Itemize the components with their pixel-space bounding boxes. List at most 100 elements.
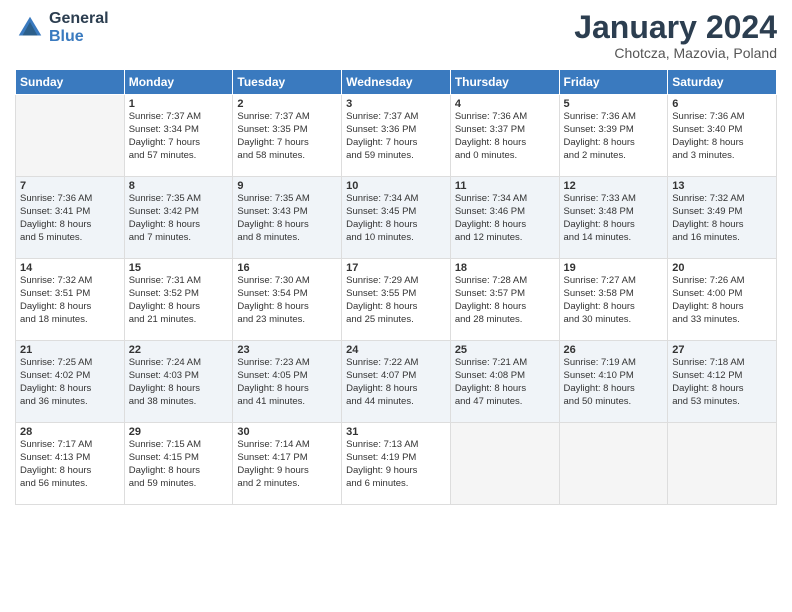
day-info: Sunrise: 7:32 AM Sunset: 3:51 PM Dayligh… [20, 275, 120, 326]
calendar-cell: 20Sunrise: 7:26 AM Sunset: 4:00 PM Dayli… [668, 259, 777, 341]
day-number: 20 [672, 262, 772, 274]
calendar-cell: 6Sunrise: 7:36 AM Sunset: 3:40 PM Daylig… [668, 95, 777, 177]
day-number: 10 [346, 180, 446, 192]
calendar-cell: 29Sunrise: 7:15 AM Sunset: 4:15 PM Dayli… [124, 423, 233, 505]
day-info: Sunrise: 7:36 AM Sunset: 3:37 PM Dayligh… [455, 111, 555, 162]
day-info: Sunrise: 7:34 AM Sunset: 3:46 PM Dayligh… [455, 193, 555, 244]
day-number: 31 [346, 426, 446, 438]
month-title: January 2024 [574, 10, 777, 45]
day-number: 16 [237, 262, 337, 274]
day-info: Sunrise: 7:37 AM Sunset: 3:36 PM Dayligh… [346, 111, 446, 162]
calendar-cell: 21Sunrise: 7:25 AM Sunset: 4:02 PM Dayli… [16, 341, 125, 423]
day-info: Sunrise: 7:35 AM Sunset: 3:43 PM Dayligh… [237, 193, 337, 244]
header: General Blue January 2024 Chotcza, Mazov… [15, 10, 777, 61]
page-container: General Blue January 2024 Chotcza, Mazov… [0, 0, 792, 510]
day-info: Sunrise: 7:26 AM Sunset: 4:00 PM Dayligh… [672, 275, 772, 326]
day-number: 4 [455, 98, 555, 110]
day-number: 3 [346, 98, 446, 110]
day-number: 13 [672, 180, 772, 192]
day-info: Sunrise: 7:29 AM Sunset: 3:55 PM Dayligh… [346, 275, 446, 326]
calendar-cell: 22Sunrise: 7:24 AM Sunset: 4:03 PM Dayli… [124, 341, 233, 423]
col-saturday: Saturday [668, 70, 777, 95]
calendar-cell: 11Sunrise: 7:34 AM Sunset: 3:46 PM Dayli… [450, 177, 559, 259]
calendar-table: Sunday Monday Tuesday Wednesday Thursday… [15, 69, 777, 505]
calendar-cell: 14Sunrise: 7:32 AM Sunset: 3:51 PM Dayli… [16, 259, 125, 341]
calendar-cell: 4Sunrise: 7:36 AM Sunset: 3:37 PM Daylig… [450, 95, 559, 177]
calendar-week-5: 28Sunrise: 7:17 AM Sunset: 4:13 PM Dayli… [16, 423, 777, 505]
day-number: 7 [20, 180, 120, 192]
calendar-cell: 31Sunrise: 7:13 AM Sunset: 4:19 PM Dayli… [342, 423, 451, 505]
col-sunday: Sunday [16, 70, 125, 95]
calendar-week-1: 1Sunrise: 7:37 AM Sunset: 3:34 PM Daylig… [16, 95, 777, 177]
day-info: Sunrise: 7:34 AM Sunset: 3:45 PM Dayligh… [346, 193, 446, 244]
day-number: 25 [455, 344, 555, 356]
calendar-cell: 17Sunrise: 7:29 AM Sunset: 3:55 PM Dayli… [342, 259, 451, 341]
calendar-cell [668, 423, 777, 505]
col-thursday: Thursday [450, 70, 559, 95]
day-number: 12 [564, 180, 664, 192]
day-number: 2 [237, 98, 337, 110]
day-info: Sunrise: 7:18 AM Sunset: 4:12 PM Dayligh… [672, 357, 772, 408]
calendar-cell: 30Sunrise: 7:14 AM Sunset: 4:17 PM Dayli… [233, 423, 342, 505]
day-number: 22 [129, 344, 229, 356]
calendar-cell: 10Sunrise: 7:34 AM Sunset: 3:45 PM Dayli… [342, 177, 451, 259]
day-info: Sunrise: 7:24 AM Sunset: 4:03 PM Dayligh… [129, 357, 229, 408]
day-number: 27 [672, 344, 772, 356]
title-block: January 2024 Chotcza, Mazovia, Poland [574, 10, 777, 61]
day-number: 29 [129, 426, 229, 438]
day-info: Sunrise: 7:28 AM Sunset: 3:57 PM Dayligh… [455, 275, 555, 326]
calendar-cell: 2Sunrise: 7:37 AM Sunset: 3:35 PM Daylig… [233, 95, 342, 177]
day-info: Sunrise: 7:31 AM Sunset: 3:52 PM Dayligh… [129, 275, 229, 326]
calendar-cell: 8Sunrise: 7:35 AM Sunset: 3:42 PM Daylig… [124, 177, 233, 259]
day-number: 28 [20, 426, 120, 438]
day-info: Sunrise: 7:35 AM Sunset: 3:42 PM Dayligh… [129, 193, 229, 244]
day-number: 6 [672, 98, 772, 110]
calendar-cell: 24Sunrise: 7:22 AM Sunset: 4:07 PM Dayli… [342, 341, 451, 423]
calendar-cell: 18Sunrise: 7:28 AM Sunset: 3:57 PM Dayli… [450, 259, 559, 341]
day-info: Sunrise: 7:23 AM Sunset: 4:05 PM Dayligh… [237, 357, 337, 408]
calendar-cell [450, 423, 559, 505]
day-info: Sunrise: 7:36 AM Sunset: 3:39 PM Dayligh… [564, 111, 664, 162]
day-number: 8 [129, 180, 229, 192]
day-info: Sunrise: 7:30 AM Sunset: 3:54 PM Dayligh… [237, 275, 337, 326]
day-number: 17 [346, 262, 446, 274]
logo-icon [15, 13, 45, 43]
day-number: 24 [346, 344, 446, 356]
col-tuesday: Tuesday [233, 70, 342, 95]
day-info: Sunrise: 7:19 AM Sunset: 4:10 PM Dayligh… [564, 357, 664, 408]
day-number: 1 [129, 98, 229, 110]
day-info: Sunrise: 7:36 AM Sunset: 3:40 PM Dayligh… [672, 111, 772, 162]
day-info: Sunrise: 7:22 AM Sunset: 4:07 PM Dayligh… [346, 357, 446, 408]
calendar-cell: 28Sunrise: 7:17 AM Sunset: 4:13 PM Dayli… [16, 423, 125, 505]
col-wednesday: Wednesday [342, 70, 451, 95]
day-number: 5 [564, 98, 664, 110]
calendar-cell: 27Sunrise: 7:18 AM Sunset: 4:12 PM Dayli… [668, 341, 777, 423]
calendar-cell: 9Sunrise: 7:35 AM Sunset: 3:43 PM Daylig… [233, 177, 342, 259]
calendar-cell: 23Sunrise: 7:23 AM Sunset: 4:05 PM Dayli… [233, 341, 342, 423]
day-number: 15 [129, 262, 229, 274]
day-info: Sunrise: 7:25 AM Sunset: 4:02 PM Dayligh… [20, 357, 120, 408]
calendar-week-3: 14Sunrise: 7:32 AM Sunset: 3:51 PM Dayli… [16, 259, 777, 341]
col-monday: Monday [124, 70, 233, 95]
calendar-cell: 3Sunrise: 7:37 AM Sunset: 3:36 PM Daylig… [342, 95, 451, 177]
calendar-cell [16, 95, 125, 177]
location-subtitle: Chotcza, Mazovia, Poland [574, 45, 777, 61]
day-info: Sunrise: 7:33 AM Sunset: 3:48 PM Dayligh… [564, 193, 664, 244]
day-number: 30 [237, 426, 337, 438]
calendar-week-2: 7Sunrise: 7:36 AM Sunset: 3:41 PM Daylig… [16, 177, 777, 259]
day-info: Sunrise: 7:32 AM Sunset: 3:49 PM Dayligh… [672, 193, 772, 244]
day-number: 26 [564, 344, 664, 356]
logo: General Blue [15, 10, 109, 46]
day-info: Sunrise: 7:17 AM Sunset: 4:13 PM Dayligh… [20, 439, 120, 490]
day-number: 14 [20, 262, 120, 274]
day-number: 19 [564, 262, 664, 274]
calendar-cell: 13Sunrise: 7:32 AM Sunset: 3:49 PM Dayli… [668, 177, 777, 259]
calendar-cell: 12Sunrise: 7:33 AM Sunset: 3:48 PM Dayli… [559, 177, 668, 259]
calendar-cell: 16Sunrise: 7:30 AM Sunset: 3:54 PM Dayli… [233, 259, 342, 341]
day-number: 21 [20, 344, 120, 356]
calendar-cell: 7Sunrise: 7:36 AM Sunset: 3:41 PM Daylig… [16, 177, 125, 259]
calendar-cell: 5Sunrise: 7:36 AM Sunset: 3:39 PM Daylig… [559, 95, 668, 177]
day-number: 18 [455, 262, 555, 274]
col-friday: Friday [559, 70, 668, 95]
day-info: Sunrise: 7:15 AM Sunset: 4:15 PM Dayligh… [129, 439, 229, 490]
